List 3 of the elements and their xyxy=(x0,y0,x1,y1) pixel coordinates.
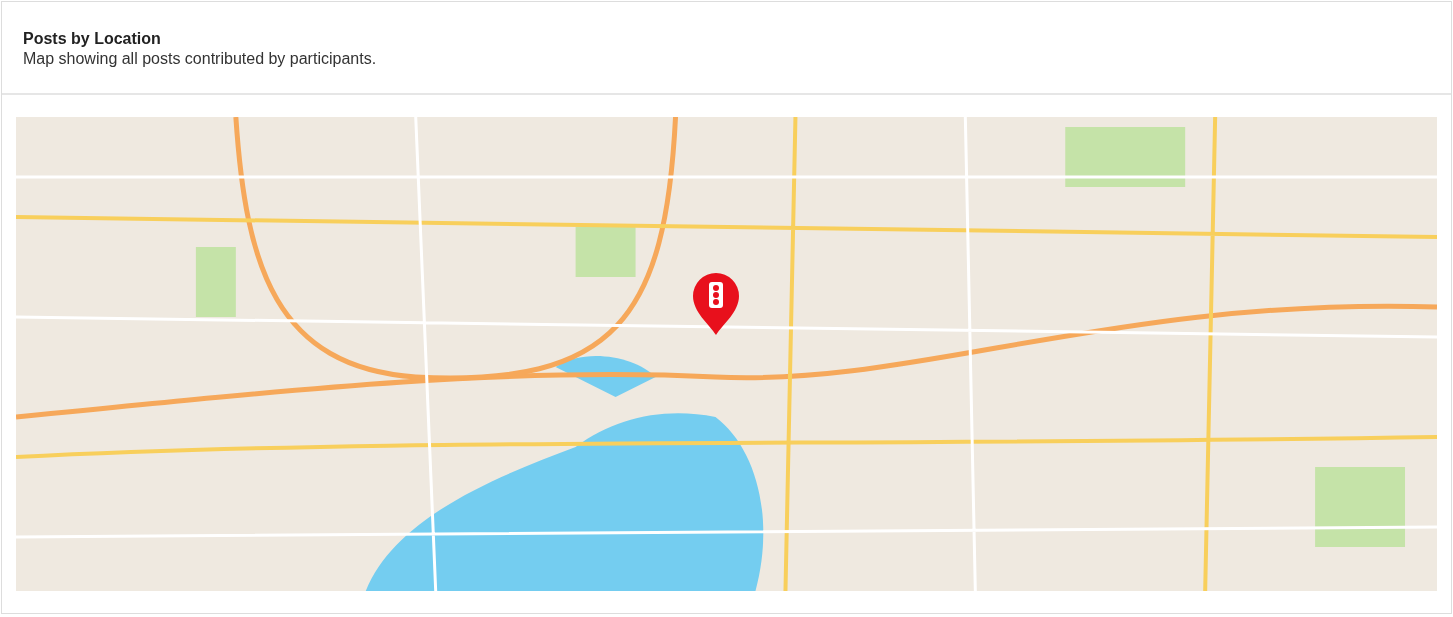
card-title: Posts by Location xyxy=(23,29,162,49)
card-description: Map showing all posts contributed by participants. xyxy=(23,49,378,69)
traffic-light-marker-icon[interactable] xyxy=(691,272,741,336)
